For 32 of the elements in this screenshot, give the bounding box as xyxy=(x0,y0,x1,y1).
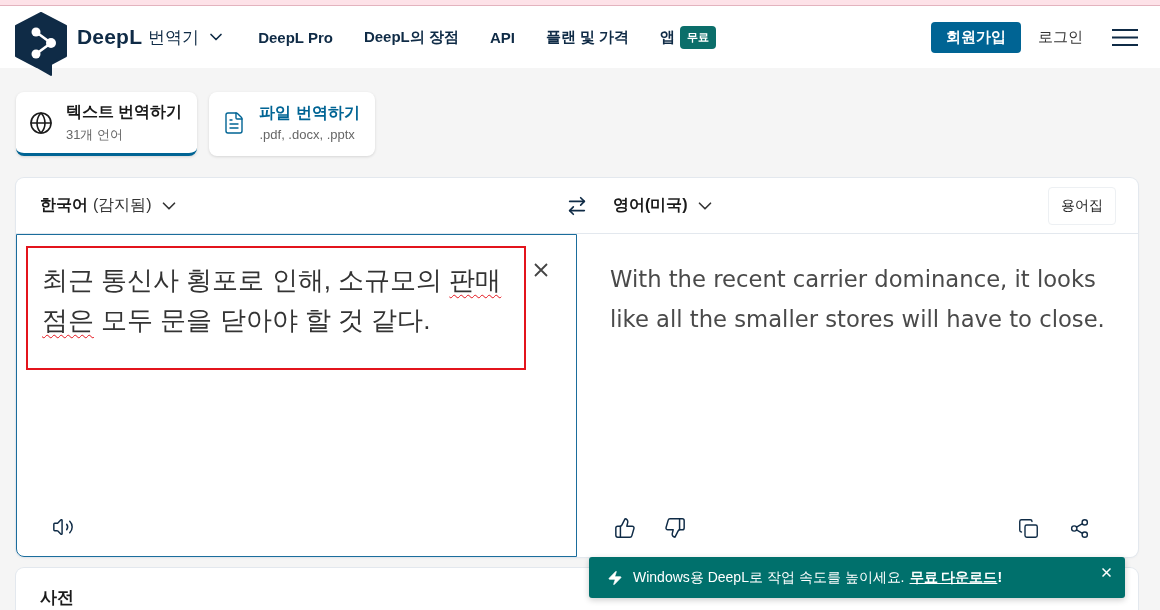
product-menu[interactable]: 번역기 xyxy=(148,25,227,49)
nav-link[interactable]: DeepL Pro xyxy=(258,28,333,46)
globe-icon xyxy=(29,110,53,135)
signup-button[interactable]: 회원가입 xyxy=(931,21,1021,53)
brand-name: DeepL xyxy=(77,25,143,49)
target-language-select[interactable]: 영어(미국) xyxy=(613,194,716,217)
dictionary-title: 사전 xyxy=(40,587,74,609)
logo-icon[interactable] xyxy=(15,12,67,76)
mode-tab[interactable]: 텍스트 번역하기 31개 언어 xyxy=(16,92,198,156)
download-link[interactable]: 무료 다운로드 xyxy=(909,568,998,585)
glossary-button[interactable]: 용어집 xyxy=(1048,186,1116,225)
login-link[interactable]: 로그인 xyxy=(1038,27,1083,47)
copy-icon[interactable] xyxy=(1018,517,1039,539)
speaker-icon[interactable] xyxy=(52,516,74,538)
menu-icon[interactable] xyxy=(1112,28,1138,46)
source-language-select[interactable]: 한국어 (감지됨) xyxy=(40,194,180,217)
thumbs-down-icon[interactable] xyxy=(664,517,686,539)
close-icon[interactable] xyxy=(534,263,548,277)
lightning-icon xyxy=(607,569,623,586)
share-icon[interactable] xyxy=(1069,517,1090,539)
nav-badge: 무료 xyxy=(680,25,717,49)
nav-link[interactable]: DeepL의 장점 xyxy=(363,27,459,47)
translation-text: With the recent carrier dominance, it looks like all the smaller stores will have to close. xyxy=(610,265,1106,334)
banner-message: Windows용 DeepL로 작업 속도를 높이세요. 무료 다운로드! xyxy=(633,568,1003,587)
thumbs-up-icon[interactable] xyxy=(614,517,636,539)
mode-tab[interactable]: 파일 번역하기 .pdf, .docx, .pptx xyxy=(209,92,375,156)
source-text: 최근 통신사 횡포로 인해, 소규모의 판매점은 모두 문을 닫아야 할 것 같다. xyxy=(42,264,503,337)
source-text-field[interactable]: 최근 통신사 횡포로 인해, 소규모의 판매점은 모두 문을 닫아야 할 것 같다. xyxy=(16,234,577,557)
nav-link[interactable]: 플랜 및 가격 xyxy=(545,27,630,47)
nav-link[interactable]: API xyxy=(489,28,515,46)
nav-link[interactable]: 앱 xyxy=(660,27,676,47)
swap-arrows-icon[interactable] xyxy=(566,194,588,217)
